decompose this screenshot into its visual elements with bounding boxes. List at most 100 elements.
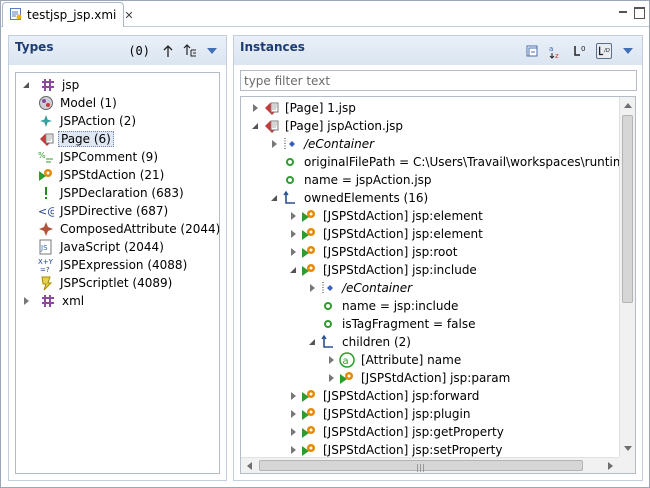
instance-item-label: [Page] 1.jsp xyxy=(285,101,356,115)
show-level-icon[interactable]: 0 xyxy=(572,43,588,59)
expand-icon[interactable] xyxy=(287,246,299,258)
instance-tree-item[interactable]: [JSPStdAction] jsp:include xyxy=(287,261,479,279)
scroll-down-icon[interactable] xyxy=(624,446,632,451)
instances-menu-icon[interactable] xyxy=(620,43,636,59)
instance-tree-item[interactable]: /eContainer xyxy=(306,279,414,297)
collapse-icon[interactable] xyxy=(306,336,318,348)
jspexpression-icon: X+Y =? xyxy=(38,257,54,273)
show-derived-icon[interactable]: /D xyxy=(596,43,612,59)
collapse-icon[interactable] xyxy=(287,264,299,276)
instance-tree-item[interactable]: [Page] jspAction.jsp xyxy=(249,117,405,135)
types-tree-item[interactable]: JS JavaScript (2044) xyxy=(38,238,166,256)
types-tree-item[interactable]: Page (6) xyxy=(38,130,114,148)
filter-input[interactable] xyxy=(240,70,637,91)
types-item-label: JSPComment (9) xyxy=(60,150,158,164)
no-twisty xyxy=(306,318,318,330)
types-tree-item[interactable]: X+Y =? JSPExpression (4088) xyxy=(38,256,189,274)
sort-hierarchy-icon[interactable] xyxy=(182,43,198,59)
sort-alpha-icon[interactable]: az xyxy=(548,43,564,59)
collapse-icon[interactable] xyxy=(249,120,261,132)
scroll-right-icon[interactable] xyxy=(608,462,613,470)
types-body: jsp Model (1) JSPAction (2) Page (6)% JSPCom… xyxy=(8,65,227,481)
instance-tree-item[interactable]: [JSPStdAction] jsp:root xyxy=(287,243,459,261)
types-tree-item[interactable]: jsp xyxy=(20,76,81,94)
instance-tree-item[interactable]: [JSPStdAction] jsp:forward xyxy=(287,387,481,405)
editor-tab[interactable]: testjsp_jsp.xmi ✕ xyxy=(2,2,134,27)
expand-icon[interactable] xyxy=(20,295,32,307)
jspstdaction-icon xyxy=(38,167,54,183)
expand-icon[interactable] xyxy=(249,102,261,114)
expand-icon[interactable] xyxy=(306,282,318,294)
expand-icon[interactable] xyxy=(287,444,299,456)
expand-icon[interactable] xyxy=(325,372,337,384)
expand-icon[interactable] xyxy=(287,210,299,222)
expand-icon[interactable] xyxy=(287,390,299,402)
collapse-icon[interactable] xyxy=(20,79,32,91)
instance-tree-item[interactable]: [JSPStdAction] jsp:plugin xyxy=(287,405,472,423)
types-tree-item[interactable]: JSPDeclaration (683) xyxy=(38,184,186,202)
types-item-label: JSPScriptlet (4089) xyxy=(60,276,173,290)
types-item-label: JSPDeclaration (683) xyxy=(60,186,184,200)
instance-tree-item[interactable]: originalFilePath = C:\Users\Travail\work… xyxy=(268,153,619,171)
types-tree-item[interactable]: ComposedAttribute (2044) xyxy=(38,220,219,238)
maximize-icon[interactable] xyxy=(633,6,645,19)
svg-text:JS: JS xyxy=(40,244,48,252)
close-tab-icon[interactable]: ✕ xyxy=(124,9,133,22)
instance-tree-item[interactable]: [Page] 1.jsp xyxy=(249,99,358,117)
minimize-icon[interactable] xyxy=(617,6,629,18)
instance-tree-item[interactable]: a [Attribute] name xyxy=(325,351,463,369)
expand-icon[interactable] xyxy=(287,408,299,420)
instance-tree-item[interactable]: name = jspAction.jsp xyxy=(268,171,434,189)
types-tree-item[interactable]: <@ JSPDirective (687) xyxy=(38,202,170,220)
instance-item-label: [JSPStdAction] jsp:root xyxy=(323,245,458,259)
collapse-icon[interactable] xyxy=(268,192,280,204)
at-icon: a xyxy=(339,352,355,368)
collapse-all-icon[interactable] xyxy=(524,43,540,59)
instance-tree-item[interactable]: [JSPStdAction] jsp:element xyxy=(287,225,485,243)
svg-text:z: z xyxy=(555,52,559,59)
view-menu-icon[interactable] xyxy=(204,43,220,59)
horizontal-scroll-thumb[interactable] xyxy=(259,460,583,472)
types-tree-item[interactable]: Model (1) xyxy=(38,94,119,112)
types-tree-item[interactable]: JSPStdAction (21) xyxy=(38,166,166,184)
expand-icon[interactable] xyxy=(268,138,280,150)
instance-tree-item[interactable]: /eContainer xyxy=(268,135,376,153)
instance-tree-item[interactable]: [JSPStdAction] jsp:getProperty xyxy=(287,423,506,441)
instance-item-label: /eContainer xyxy=(342,281,413,295)
vertical-scrollbar[interactable] xyxy=(619,97,635,457)
instances-pane: Instances az 0 /D type filter text [Page… xyxy=(233,35,643,481)
instance-tree-item[interactable]: ownedElements (16) xyxy=(268,189,430,207)
types-tree-item[interactable]: JSPScriptlet (4089) xyxy=(38,274,174,292)
composedattribute-icon xyxy=(38,221,54,237)
jspstdaction-icon xyxy=(301,262,317,278)
no-twisty xyxy=(268,156,280,168)
instance-item-label: [JSPStdAction] jsp:param xyxy=(361,371,511,385)
instance-item-label: [Page] jspAction.jsp xyxy=(285,119,404,133)
instance-item-label: [JSPStdAction] jsp:element xyxy=(323,209,483,223)
instance-tree-item[interactable]: [JSPStdAction] jsp:param xyxy=(325,369,512,387)
instances-tree[interactable]: [Page] 1.jsp [Page] jspAction.jsp/eContai… xyxy=(240,96,636,474)
no-twisty xyxy=(268,174,280,186)
types-tree[interactable]: jsp Model (1) JSPAction (2) Page (6)% JSPCom… xyxy=(15,72,220,474)
instance-tree-item[interactable]: children (2) xyxy=(306,333,413,351)
horizontal-scrollbar[interactable] xyxy=(241,457,619,473)
types-tree-item[interactable]: % JSPComment (9) xyxy=(38,148,160,166)
no-twisty xyxy=(306,300,318,312)
scroll-up-icon[interactable] xyxy=(624,103,632,108)
jspdirective-icon: <@ xyxy=(38,203,54,219)
expand-icon[interactable] xyxy=(325,354,337,366)
attribute-icon xyxy=(320,298,336,314)
instance-tree-item[interactable]: name = jsp:include xyxy=(306,297,460,315)
instance-item-label: name = jsp:include xyxy=(342,299,459,313)
instance-tree-item[interactable]: [JSPStdAction] jsp:element xyxy=(287,207,485,225)
instance-tree-item[interactable]: isTagFragment = false xyxy=(306,315,477,333)
arrow-up-icon[interactable] xyxy=(160,43,176,59)
expand-icon[interactable] xyxy=(287,228,299,240)
expand-icon[interactable] xyxy=(287,426,299,438)
types-tree-item[interactable]: xml xyxy=(20,292,86,310)
instance-tree-item[interactable]: [JSPStdAction] jsp:setProperty xyxy=(287,441,504,457)
jspstdaction-icon xyxy=(301,442,317,457)
scroll-left-icon[interactable] xyxy=(247,462,252,470)
vertical-scroll-thumb[interactable] xyxy=(622,115,633,303)
types-tree-item[interactable]: JSPAction (2) xyxy=(38,112,138,130)
